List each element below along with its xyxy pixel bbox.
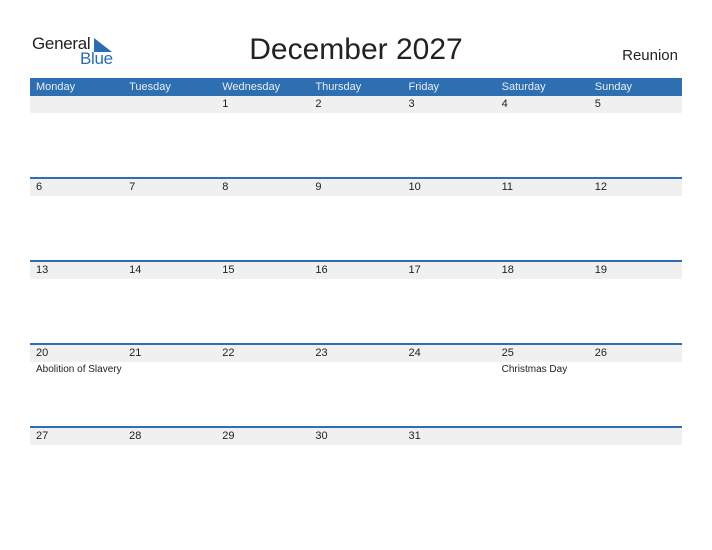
day-number: 20	[36, 347, 49, 359]
holiday-label	[309, 279, 402, 280]
holiday-label: Christmas Day	[501, 364, 568, 375]
day-number: 12	[594, 181, 607, 193]
day-number: 11	[501, 181, 514, 193]
holiday-label	[30, 196, 123, 197]
day-number: 6	[36, 181, 43, 193]
day-number	[30, 96, 123, 113]
holiday-label	[589, 362, 682, 376]
day-number: 23	[315, 347, 328, 359]
day-number: 14	[129, 264, 142, 276]
holiday-row	[30, 113, 682, 114]
weekday-tuesday: Tuesday	[129, 81, 171, 93]
day-number: 10	[408, 181, 421, 193]
holiday-label	[123, 279, 216, 280]
day-number: 7	[129, 181, 136, 193]
holiday-label	[496, 113, 589, 114]
holiday-label	[309, 113, 402, 114]
week-row: 20 21 22 23 24 25 26 Abolition of Slavery Christ…	[30, 343, 682, 426]
calendar-grid: Monday Tuesday Wednesday Thursday Friday…	[30, 78, 682, 509]
day-number: 16	[315, 264, 328, 276]
holiday-label	[30, 279, 123, 280]
day-number: 3	[408, 98, 415, 110]
day-number: 18	[501, 264, 514, 276]
weekday-header: Monday Tuesday Wednesday Thursday Friday…	[30, 78, 682, 96]
day-number: 2	[315, 98, 322, 110]
day-number	[496, 428, 589, 445]
holiday-label	[403, 362, 496, 376]
day-number	[589, 428, 682, 445]
holiday-label	[589, 445, 682, 446]
day-number: 4	[501, 98, 508, 110]
day-number-row: 20 21 22 23 24 25 26	[30, 345, 682, 362]
holiday-label	[403, 196, 496, 197]
weekday-monday: Monday	[36, 81, 76, 93]
day-number: 26	[594, 347, 607, 359]
holiday-label	[123, 362, 216, 376]
day-number: 13	[36, 264, 49, 276]
day-number: 25	[501, 347, 514, 359]
holiday-label	[123, 196, 216, 197]
holiday-label	[496, 279, 589, 280]
day-number: 9	[315, 181, 322, 193]
week-row: 13 14 15 16 17 18 19	[30, 260, 682, 343]
holiday-label	[216, 362, 309, 376]
holiday-label	[216, 445, 309, 446]
weekday-saturday: Saturday	[501, 81, 546, 93]
weekday-sunday: Sunday	[594, 81, 633, 93]
day-number-row: 1 2 3 4 5	[30, 96, 682, 113]
day-number: 22	[222, 347, 235, 359]
holiday-label: Abolition of Slavery	[36, 364, 122, 375]
holiday-row	[30, 196, 682, 197]
day-number: 29	[222, 430, 235, 442]
holiday-label	[589, 279, 682, 280]
holiday-label	[403, 113, 496, 114]
holiday-label	[309, 196, 402, 197]
day-number: 19	[594, 264, 607, 276]
day-number: 5	[594, 98, 601, 110]
day-number: 31	[408, 430, 421, 442]
day-number: 30	[315, 430, 328, 442]
day-number-row: 27 28 29 30 31	[30, 428, 682, 445]
holiday-label	[309, 445, 402, 446]
day-number: 28	[129, 430, 142, 442]
holiday-row: Abolition of Slavery Christmas Day	[30, 362, 682, 376]
day-number: 17	[408, 264, 421, 276]
holiday-label	[589, 113, 682, 114]
holiday-label	[496, 196, 589, 197]
holiday-label	[216, 279, 309, 280]
holiday-label	[403, 445, 496, 446]
holiday-label	[403, 279, 496, 280]
weekday-friday: Friday	[408, 81, 440, 93]
week-row: 6 7 8 9 10 11 12	[30, 177, 682, 260]
holiday-label	[496, 445, 589, 446]
holiday-row	[30, 279, 682, 280]
holiday-label	[30, 113, 123, 114]
holiday-label	[309, 362, 402, 376]
calendar-title: December 2027	[249, 33, 463, 66]
holiday-label	[123, 445, 216, 446]
day-number: 27	[36, 430, 49, 442]
week-row: 1 2 3 4 5	[30, 96, 682, 177]
holiday-label	[216, 196, 309, 197]
day-number-row: 6 7 8 9 10 11 12	[30, 179, 682, 196]
holiday-row	[30, 445, 682, 446]
day-number-row: 13 14 15 16 17 18 19	[30, 262, 682, 279]
region-label: Reunion	[622, 47, 678, 64]
holiday-label	[30, 445, 123, 446]
holiday-label	[216, 113, 309, 114]
day-number: 8	[222, 181, 229, 193]
day-number	[123, 96, 216, 113]
day-number: 21	[129, 347, 142, 359]
weekday-thursday: Thursday	[315, 81, 362, 93]
day-number: 15	[222, 264, 235, 276]
holiday-label	[123, 113, 216, 114]
holiday-label	[589, 196, 682, 197]
week-row: 27 28 29 30 31	[30, 426, 682, 509]
day-number: 1	[222, 98, 229, 110]
day-number: 24	[408, 347, 421, 359]
weekday-wednesday: Wednesday	[222, 81, 281, 93]
